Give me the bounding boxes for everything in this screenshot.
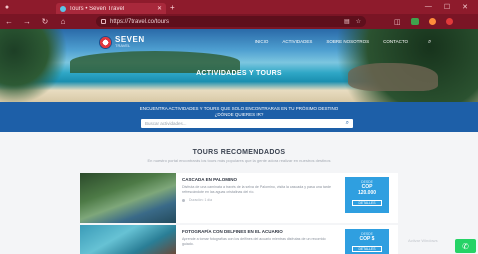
star-icon[interactable]: ☆ (356, 18, 361, 25)
tour-description: Aprende a tomar fotografías con los delf… (182, 237, 326, 246)
browser-tab[interactable]: Tours • Seven Travel ✕ (56, 3, 166, 14)
tab-strip: ● Tours • Seven Travel ✕ + — ☐ ✕ (0, 0, 478, 14)
tour-description: Disfruta de una caminata a través de la … (182, 185, 332, 194)
tab-title: Tours • Seven Travel (69, 5, 125, 12)
main-content: TOURS RECOMENDADOS En nuestro portal enc… (0, 132, 478, 254)
minimize-icon[interactable]: — (425, 3, 432, 11)
logo-sub-text: TRAVEL (115, 43, 131, 48)
hero-banner: SEVEN TRAVEL INICIO ACTIVIDADES SOBRE NO… (0, 29, 478, 102)
new-tab-icon[interactable]: + (170, 3, 175, 12)
lock-icon (101, 19, 106, 24)
tour-card[interactable]: CASCADA EN PALOMINO Disfruta de una cami… (80, 173, 398, 223)
site-navbar: SEVEN TRAVEL INICIO ACTIVIDADES SOBRE NO… (0, 29, 478, 55)
hero-rock-shape (348, 63, 438, 91)
address-bar-actions: ▤ ☆ (344, 18, 361, 25)
extension-icon[interactable] (410, 18, 419, 25)
collections-icon[interactable]: ◫ (394, 18, 401, 26)
menu-item-inicio[interactable]: INICIO (255, 39, 269, 46)
tour-title[interactable]: FOTOGRAFÍA CON DELFINES EN EL ACUARIO (182, 229, 332, 234)
tour-photo[interactable] (80, 173, 176, 223)
favicon-icon (60, 5, 66, 12)
activity-search-input[interactable]: Buscar actividades... ⌕ (141, 119, 353, 128)
tour-photo[interactable] (80, 225, 176, 254)
notification-icon[interactable] (445, 18, 453, 25)
tour-info: FOTOGRAFÍA CON DELFINES EN EL ACUARIO Ap… (182, 229, 332, 246)
url-text: https://7travel.co/tours (110, 18, 170, 25)
details-button[interactable]: DETALLES (352, 200, 382, 206)
band-line-1: ENCUENTRA ACTIVIDADES Y TOURS QUE SOLO E… (139, 106, 339, 111)
tour-info: CASCADA EN PALOMINO Disfruta de una cami… (182, 177, 332, 202)
tour-title[interactable]: CASCADA EN PALOMINO (182, 177, 332, 182)
menu-item-sobre-nosotros[interactable]: SOBRE NOSOTROS (326, 39, 369, 46)
clock-icon (182, 198, 185, 202)
whatsapp-icon[interactable]: ✆ (455, 239, 476, 253)
extensions: ◫ (394, 18, 453, 26)
tour-card[interactable]: FOTOGRAFÍA CON DELFINES EN EL ACUARIO Ap… (80, 225, 398, 254)
windows-watermark: Activar Windows (408, 238, 438, 243)
forward-icon[interactable]: → (22, 17, 32, 26)
price-box: DESDE COP $ DETALLES (345, 229, 389, 254)
search-band: ENCUENTRA ACTIVIDADES Y TOURS QUE SOLO E… (0, 102, 478, 132)
home-icon[interactable]: ⌂ (58, 17, 68, 26)
browser-menu-icon[interactable]: ● (0, 0, 14, 14)
browser-window: ● Tours • Seven Travel ✕ + — ☐ ✕ ← → ↻ ⌂… (0, 0, 478, 254)
site-menu: INICIO ACTIVIDADES SOBRE NOSOTROS CONTAC… (255, 39, 432, 46)
reload-icon[interactable]: ↻ (40, 17, 50, 26)
search-icon[interactable]: ⌕ (428, 39, 431, 46)
hero-title: ACTIVIDADES Y TOURS (196, 70, 282, 77)
details-button[interactable]: DETALLES (352, 246, 382, 252)
price-currency: COP $ (359, 236, 375, 242)
menu-item-contacto[interactable]: CONTACTO (383, 39, 408, 46)
back-icon[interactable]: ← (4, 17, 14, 26)
maximize-icon[interactable]: ☐ (444, 3, 450, 11)
section-subtitle: En nuestro portal encontrarás los tours … (147, 158, 331, 163)
search-submit-icon[interactable]: ⌕ (346, 120, 349, 127)
band-line-2: ¿DÓNDE QUIERES IR? (214, 112, 264, 117)
price-amount: 120.000 (357, 190, 377, 196)
menu-item-actividades[interactable]: ACTIVIDADES (282, 39, 312, 46)
reader-icon[interactable]: ▤ (344, 18, 350, 25)
tour-meta: Duración: 1 día (189, 198, 212, 203)
window-controls: — ☐ ✕ (425, 3, 478, 11)
price-box: DESDE COP 120.000 DETALLES (345, 177, 389, 213)
site-logo[interactable]: SEVEN TRAVEL (99, 35, 145, 49)
address-bar[interactable]: https://7travel.co/tours ▤ ☆ (96, 16, 366, 27)
close-window-icon[interactable]: ✕ (462, 3, 468, 11)
search-placeholder: Buscar actividades... (145, 121, 187, 126)
close-tab-icon[interactable]: ✕ (157, 5, 162, 12)
logo-mark-icon (99, 35, 112, 49)
section-title: TOURS RECOMENDADOS (192, 149, 286, 156)
browser-toolbar: ← → ↻ ⌂ https://7travel.co/tours ▤ ☆ ◫ (0, 14, 478, 29)
profile-icon[interactable] (428, 18, 436, 25)
